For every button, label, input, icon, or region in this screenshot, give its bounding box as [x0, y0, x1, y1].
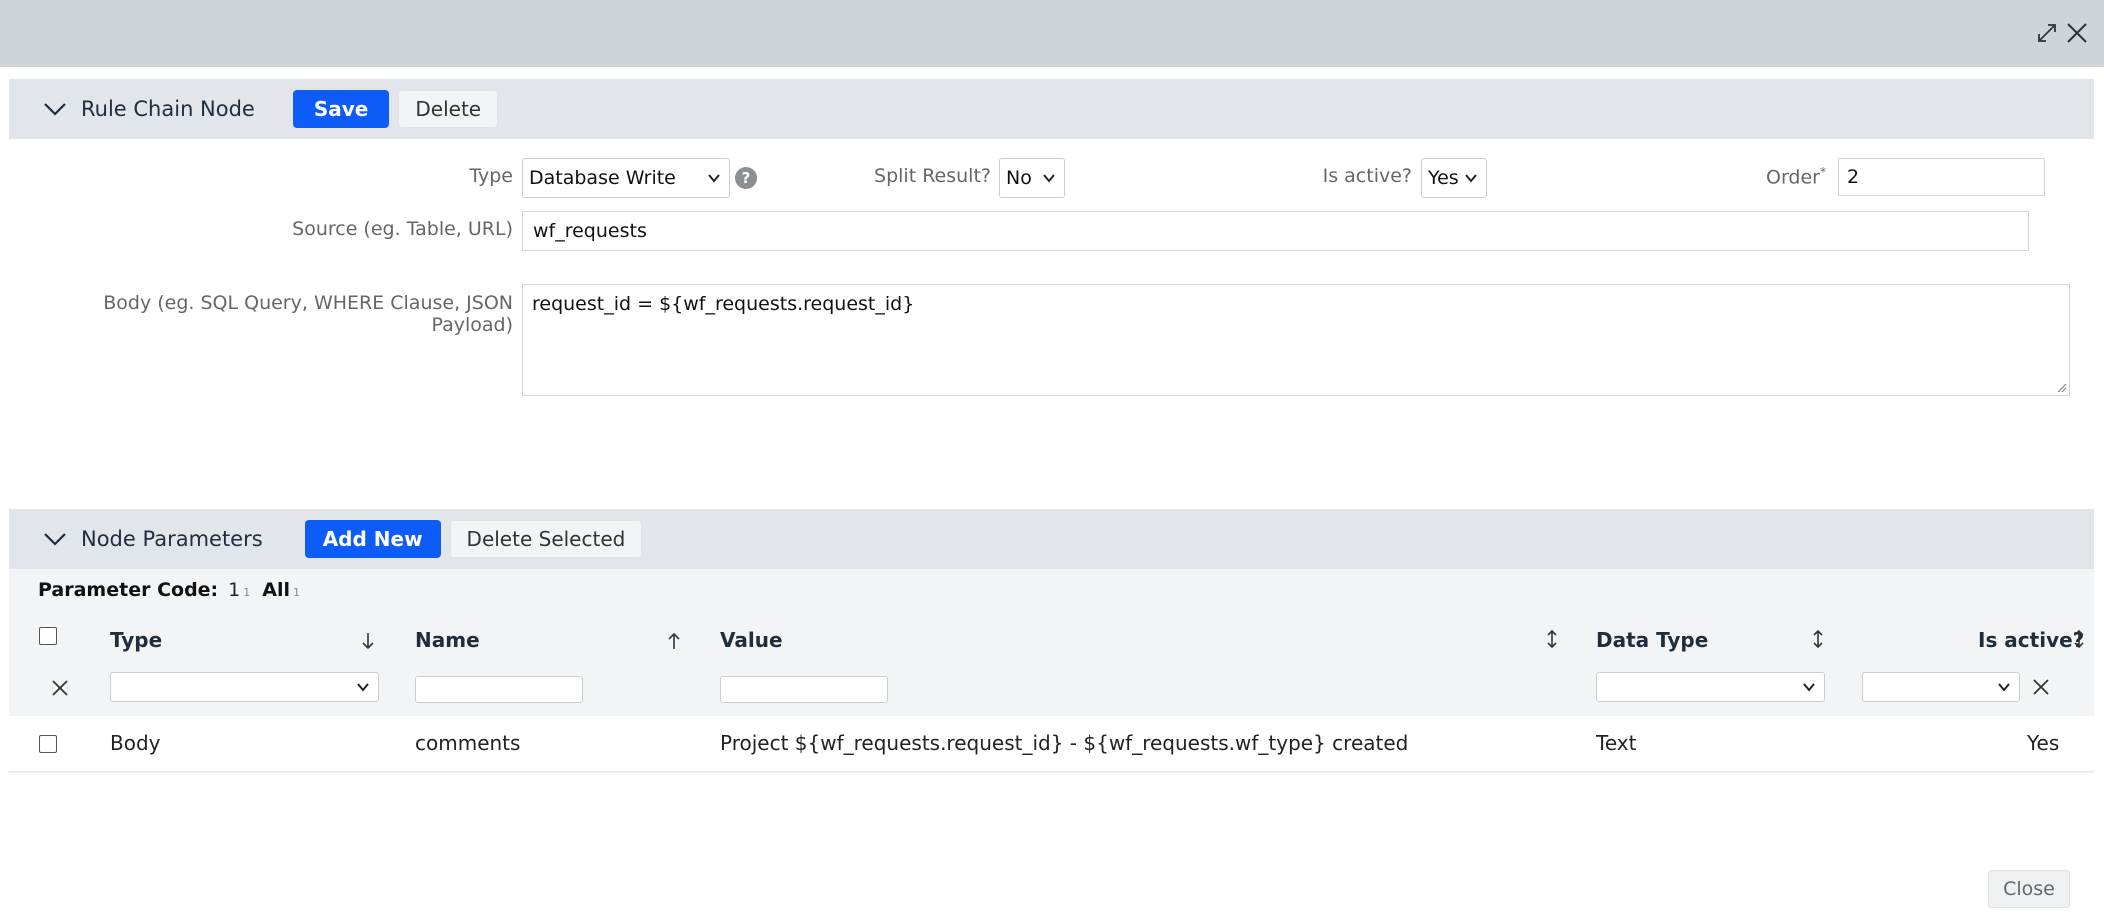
is-active-select[interactable]: Yes	[1421, 158, 1487, 198]
source-input-value: wf_requests	[533, 220, 647, 242]
dialog-titlebar	[0, 0, 2104, 67]
required-mark: *	[1820, 165, 1826, 179]
body-label: Body (eg. SQL Query, WHERE Clause, JSON …	[103, 292, 513, 336]
delete-selected-button[interactable]: Delete Selected	[449, 520, 643, 558]
column-header-value[interactable]: Value	[720, 628, 783, 652]
section-title-rule-chain-node: Rule Chain Node	[81, 97, 255, 121]
expand-icon[interactable]	[2034, 20, 2060, 46]
parameter-code-label: Parameter Code:	[38, 579, 219, 601]
is-active-label: Is active?	[1322, 165, 1412, 187]
cell-data-type: Text	[1596, 731, 1637, 755]
rule-chain-node-header: Rule Chain Node Save Delete	[9, 79, 2094, 139]
caret-down-icon	[1803, 683, 1815, 692]
order-label: Order*	[1740, 165, 1826, 188]
close-icon[interactable]	[2064, 20, 2090, 46]
type-select[interactable]: Database Write	[522, 158, 730, 198]
order-label-text: Order	[1766, 166, 1820, 189]
value-filter-input[interactable]	[720, 676, 888, 703]
cell-is-active: Yes	[2027, 731, 2060, 755]
source-input[interactable]: wf_requests	[522, 211, 2029, 251]
cell-name: comments	[415, 731, 521, 755]
chevron-down-icon[interactable]	[41, 525, 69, 553]
is-active-value: Yes	[1428, 167, 1459, 189]
sort-both-icon[interactable]	[1808, 628, 1828, 650]
parameter-code-filter: Parameter Code: 1 1 All 1	[38, 579, 312, 601]
is-active-filter-select[interactable]	[1862, 672, 2020, 702]
split-result-label: Split Result?	[874, 165, 991, 187]
column-header-type[interactable]: Type	[110, 628, 162, 652]
delete-button[interactable]: Delete	[398, 90, 499, 128]
order-input[interactable]: 2	[1838, 158, 2045, 196]
type-select-value: Database Write	[529, 167, 676, 189]
type-filter-select[interactable]	[110, 672, 379, 702]
sort-up-icon[interactable]	[664, 630, 684, 652]
parameter-code-all-option[interactable]: All	[262, 579, 290, 601]
column-header-name[interactable]: Name	[415, 628, 480, 652]
resize-grip-icon[interactable]	[2055, 381, 2067, 393]
save-button[interactable]: Save	[292, 90, 390, 128]
caret-down-icon	[1465, 174, 1477, 183]
clear-filter-icon[interactable]	[49, 677, 71, 699]
caret-down-icon	[357, 683, 369, 692]
help-icon[interactable]: ?	[735, 167, 757, 189]
sort-down-icon[interactable]	[358, 630, 378, 652]
node-parameters-header: Node Parameters Add New Delete Selected	[9, 509, 2094, 569]
source-label: Source (eg. Table, URL)	[292, 218, 513, 240]
parameter-code-all-count: 1	[292, 586, 300, 599]
caret-down-icon	[1998, 683, 2010, 692]
data-type-filter-select[interactable]	[1596, 672, 1825, 702]
order-input-value: 2	[1847, 166, 1860, 188]
close-button[interactable]: Close	[1988, 870, 2070, 908]
row-select-checkbox[interactable]	[39, 735, 57, 753]
sort-both-icon[interactable]	[1542, 628, 1562, 650]
split-result-value: No	[1006, 167, 1032, 189]
parameter-code-count: 1	[243, 586, 251, 599]
cell-type: Body	[110, 731, 161, 755]
caret-down-icon	[708, 174, 720, 183]
clear-filter-icon[interactable]	[2030, 676, 2052, 698]
body-textarea-value: request_id = ${wf_requests.request_id}	[532, 293, 915, 315]
parameter-code-option[interactable]: 1	[228, 579, 240, 601]
add-new-button[interactable]: Add New	[304, 520, 441, 558]
type-label: Type	[469, 165, 513, 187]
split-result-select[interactable]: No	[999, 158, 1065, 198]
chevron-down-icon[interactable]	[41, 95, 69, 123]
section-title-node-parameters: Node Parameters	[81, 527, 263, 551]
sort-both-icon[interactable]	[2069, 628, 2089, 650]
rule-chain-node-dialog: Rule Chain Node Save Delete Type Databas…	[0, 0, 2104, 923]
name-filter-input[interactable]	[415, 676, 583, 703]
column-header-data-type[interactable]: Data Type	[1596, 628, 1708, 652]
caret-down-icon	[1043, 174, 1055, 183]
select-all-checkbox[interactable]	[39, 627, 57, 645]
cell-value: Project ${wf_requests.request_id} - ${wf…	[720, 731, 1409, 755]
body-textarea[interactable]: request_id = ${wf_requests.request_id}	[522, 284, 2070, 396]
